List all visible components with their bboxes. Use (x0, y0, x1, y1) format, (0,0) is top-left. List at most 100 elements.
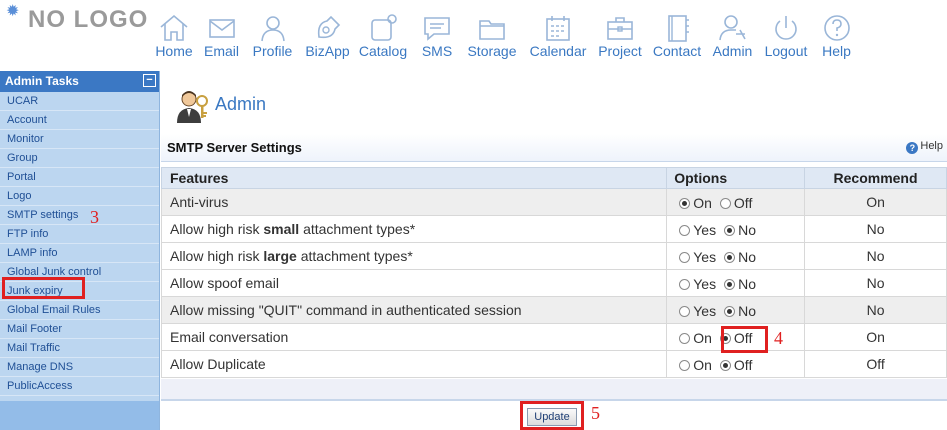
sidebar-item-publicaccess[interactable]: PublicAccess (0, 377, 159, 396)
sidebar-item-lamp-info[interactable]: LAMP info (0, 244, 159, 263)
radio-icon[interactable] (724, 224, 736, 236)
nav-storage[interactable]: Storage (464, 8, 520, 64)
nav-contact[interactable]: Contact (649, 8, 705, 64)
option-radio[interactable]: Yes (679, 303, 716, 319)
help-icon: ? (906, 142, 919, 154)
radio-label: No (738, 275, 756, 292)
col-features: Features (160, 167, 668, 189)
sidebar-item-ucar[interactable]: UCAR (0, 92, 159, 111)
option-radio[interactable]: Off (719, 195, 752, 211)
feature-text: Allow spoof email (170, 275, 279, 291)
sidebar-item-manage-dns[interactable]: Manage DNS (0, 358, 159, 377)
radio-icon[interactable] (679, 332, 691, 344)
sidebar-item-mail-traffic[interactable]: Mail Traffic (0, 339, 159, 358)
radio-icon[interactable] (724, 278, 736, 290)
radio-icon[interactable] (679, 359, 691, 371)
page-title: Admin (215, 94, 267, 114)
nav-label: Email (203, 43, 239, 59)
recommend-cell: No (804, 242, 947, 270)
option-radio[interactable]: No (724, 249, 756, 265)
table-row: Allow Duplicate On Off Off (160, 350, 947, 378)
sidebar-item-mail-footer[interactable]: Mail Footer (0, 320, 159, 339)
table-row: Allow high risk large attachment types* Y… (160, 242, 947, 270)
feature-text: Allow high risk (170, 221, 264, 237)
top-header: ✹ NO LOGO Home Email Profile BizApp Catalog S… (0, 0, 947, 68)
feature-cell: Allow Duplicate (160, 350, 668, 378)
sidebar-item-account[interactable]: Account (0, 111, 159, 130)
option-radio[interactable]: No (724, 303, 756, 319)
logo: ✹ NO LOGO (4, 4, 154, 44)
option-radio[interactable]: On (679, 330, 712, 346)
nav-help[interactable]: Help (816, 8, 857, 64)
nav-home[interactable]: Home (152, 8, 196, 64)
sidebar-item-smtp-settings[interactable]: SMTP settings (0, 206, 159, 225)
highlight-box-update (520, 401, 584, 430)
sidebar-item-ftp-info[interactable]: FTP info (0, 225, 159, 244)
nav-label: Profile (252, 43, 293, 59)
sidebar-item-portal[interactable]: Portal (0, 168, 159, 187)
feature-text: Allow missing "QUIT" command in authenti… (170, 302, 522, 318)
nav-label: BizApp (305, 43, 350, 59)
radio-icon[interactable] (679, 278, 691, 290)
sidebar-item-group[interactable]: Group (0, 149, 159, 168)
feature-text: Anti-virus (170, 194, 229, 210)
radio-icon[interactable] (679, 197, 691, 209)
feature-cell: Allow high risk small attachment types* (160, 215, 668, 243)
table-row: Allow high risk small attachment types* Y… (160, 215, 947, 243)
table-row: Email conversation On Off On (160, 323, 947, 351)
radio-icon[interactable] (679, 224, 691, 236)
radio-label: On (693, 329, 712, 346)
radio-icon[interactable] (724, 251, 736, 263)
nav-project[interactable]: Project (595, 8, 645, 64)
nav-sms[interactable]: SMS (419, 8, 455, 64)
sidebar: Admin Tasks − UCAR Account Monitor Group Por… (0, 71, 160, 430)
highlight-box-smtp (2, 277, 85, 299)
sidebar-item-global-email-rules[interactable]: Global Email Rules (0, 301, 159, 320)
option-radio[interactable]: No (724, 222, 756, 238)
recommend-cell: Off (804, 350, 947, 378)
radio-label: Yes (693, 275, 717, 292)
nav-bizapp[interactable]: BizApp (302, 8, 353, 64)
nav-catalog[interactable]: Catalog (356, 8, 410, 64)
collapse-icon[interactable]: − (143, 74, 156, 87)
radio-icon[interactable] (724, 305, 736, 317)
radio-label: Yes (693, 248, 717, 265)
sms-icon (424, 17, 450, 41)
help-link[interactable]: ? Help (906, 140, 943, 154)
nav-profile[interactable]: Profile (249, 8, 296, 64)
nav-admin[interactable]: Admin (708, 8, 757, 64)
table-header-row: Features Options Recommend (160, 167, 947, 189)
feature-text: Allow high risk (170, 248, 264, 264)
nav-calendar[interactable]: Calendar (526, 8, 590, 64)
nav-logout[interactable]: Logout (762, 8, 810, 64)
calendar-icon (546, 16, 570, 41)
option-radio[interactable]: Yes (679, 249, 716, 265)
option-radio[interactable]: Yes (679, 222, 716, 238)
feature-cell: Allow high risk large attachment types* (160, 242, 668, 270)
section-header: SMTP Server Settings ? Help (161, 134, 947, 162)
sidebar-item-logo[interactable]: Logo (0, 187, 159, 206)
sidebar-item-monitor[interactable]: Monitor (0, 130, 159, 149)
nav-label: Calendar (529, 43, 587, 59)
recommend-cell: No (804, 296, 947, 324)
radio-icon[interactable] (719, 359, 731, 371)
table-row: Allow missing "QUIT" command in authenti… (160, 296, 947, 324)
nav-label: Logout (764, 43, 808, 59)
settings-rows: Anti-virus On Off On Allow high risk small a… (160, 188, 947, 378)
radio-icon[interactable] (719, 197, 731, 209)
radio-icon[interactable] (679, 251, 691, 263)
option-radio[interactable]: On (679, 195, 712, 211)
option-radio[interactable]: Off (719, 357, 752, 373)
table-footer-bar (161, 379, 947, 401)
admin-user-icon (177, 91, 208, 123)
feature-text: attachment types* (296, 248, 413, 264)
option-radio[interactable]: On (679, 357, 712, 373)
radio-icon[interactable] (679, 305, 691, 317)
feature-text: attachment types* (299, 221, 416, 237)
settings-table: Features Options Recommend Anti-virus On O… (160, 167, 947, 378)
radio-label: Yes (693, 221, 717, 238)
profile-icon (260, 16, 285, 42)
option-radio[interactable]: Yes (679, 276, 716, 292)
option-radio[interactable]: No (724, 276, 756, 292)
nav-email[interactable]: Email (202, 8, 241, 64)
